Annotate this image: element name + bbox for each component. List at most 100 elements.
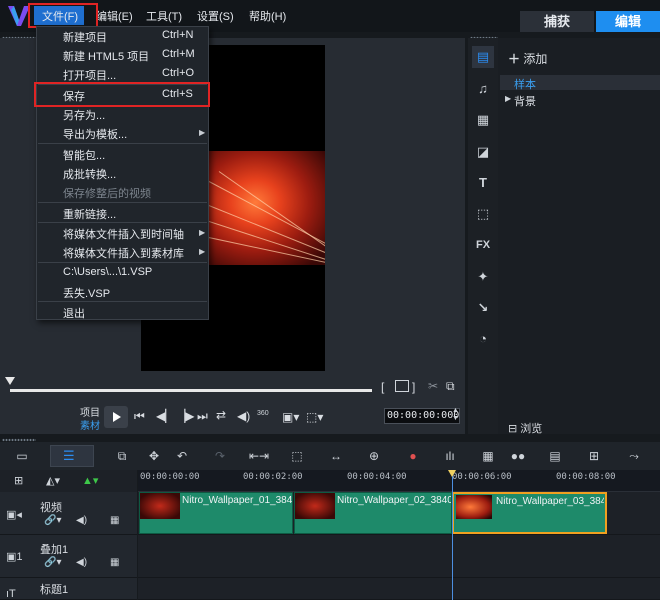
timeline-clip[interactable]: Nitro_Wallpaper_02_3840x bbox=[294, 492, 452, 534]
motion-tracking-icon[interactable]: ⤳ bbox=[624, 448, 644, 464]
menu-item-relink[interactable]: 重新链接... bbox=[63, 206, 116, 222]
timecode-stepper[interactable]: ▲ ▼ bbox=[452, 407, 459, 423]
repeat-icon[interactable]: ⇄ bbox=[216, 408, 226, 422]
menu-item-open-project[interactable]: 打开项目... bbox=[63, 67, 116, 83]
enlarge-icon[interactable]: ⧉ bbox=[446, 379, 455, 394]
overlay-track-area[interactable] bbox=[138, 535, 660, 578]
menu-item-save-as[interactable]: 另存为... bbox=[63, 107, 105, 123]
clip-mode-label[interactable]: 素材 bbox=[80, 417, 100, 432]
timeline-clip[interactable]: Nitro_Wallpaper_01_3840x bbox=[139, 492, 293, 534]
resolution-icon[interactable]: ▣▾ bbox=[282, 410, 299, 424]
title-icon[interactable]: T bbox=[472, 172, 494, 194]
link-icon[interactable]: 🔗▾ bbox=[44, 557, 61, 568]
mask-icon[interactable]: ●● bbox=[508, 448, 528, 464]
instant-project-icon[interactable]: ▦ bbox=[472, 109, 494, 131]
scrubber-handle[interactable] bbox=[5, 377, 15, 385]
menu-separator bbox=[38, 143, 207, 144]
timeline-playhead[interactable] bbox=[452, 476, 453, 600]
add-folder-button[interactable]: ＋ 添加 bbox=[508, 50, 547, 67]
timecode-display[interactable]: 00:00:00:000 bbox=[384, 408, 460, 424]
fx-icon[interactable]: FX bbox=[472, 234, 494, 256]
home-icon[interactable]: ⏮ bbox=[134, 409, 145, 424]
redo-icon[interactable]: ↷ bbox=[210, 448, 230, 464]
browse-button[interactable]: ⊟ 浏览 bbox=[508, 420, 542, 436]
menu-item-exit[interactable]: 退出 bbox=[63, 305, 85, 321]
menu-item-new-html5-project[interactable]: 新建 HTML5 项目 bbox=[63, 48, 149, 64]
track-header-title[interactable] bbox=[0, 578, 137, 600]
tools-icon[interactable]: ✥ bbox=[144, 448, 164, 464]
menu-item-new-project[interactable]: 新建项目 bbox=[63, 29, 107, 45]
menu-item-save-trimmed-video: 保存修整后的视频 bbox=[63, 188, 151, 200]
menu-item-batch-convert[interactable]: 成批转换... bbox=[63, 166, 116, 182]
clip-thumbnail bbox=[456, 495, 492, 519]
chapter-icon[interactable]: ◭▾ bbox=[46, 474, 60, 487]
split-screen-icon[interactable]: ⊞ bbox=[584, 448, 604, 464]
shortcut-label: Ctrl+O bbox=[162, 67, 195, 79]
menu-item-insert-to-library[interactable]: 将媒体文件插入到素材库 bbox=[63, 245, 184, 261]
scissors-icon[interactable]: ✂ bbox=[428, 379, 438, 393]
multi-trim-icon[interactable]: ⧉ bbox=[112, 448, 132, 464]
menu-item-recent-1[interactable]: C:\Users\...\1.VSP bbox=[63, 266, 152, 278]
mute-icon[interactable]: ◀) bbox=[76, 557, 87, 568]
aspect-icon[interactable]: ⬚▾ bbox=[306, 410, 323, 424]
menu-item-smart-package[interactable]: 智能包... bbox=[63, 147, 105, 163]
title-track-area[interactable] bbox=[138, 578, 660, 600]
overlay-track-icon: ▣1 bbox=[6, 551, 23, 563]
path-icon[interactable]: ↘ bbox=[472, 297, 494, 319]
track-manager-icon[interactable]: ⊞ bbox=[14, 474, 23, 487]
submenu-arrow-icon: ▶ bbox=[199, 247, 206, 256]
ripple-edit-icon[interactable]: ▲▾ bbox=[82, 474, 98, 487]
mute-icon[interactable]: ◀) bbox=[76, 515, 87, 526]
filter-icon[interactable]: ✦ bbox=[472, 266, 494, 288]
tab-edit[interactable]: 编辑 bbox=[596, 11, 660, 32]
transition-icon[interactable]: ◪ bbox=[472, 141, 494, 163]
color-grading-icon[interactable]: ● bbox=[403, 448, 423, 464]
music-icon[interactable]: ♫ bbox=[472, 78, 494, 100]
trim-end-bracket-icon[interactable]: ] bbox=[412, 380, 415, 394]
tick-label: 00:00:08:00 bbox=[556, 472, 616, 482]
tab-capture[interactable]: 捕获 bbox=[520, 11, 594, 32]
speed-icon[interactable]: ◔ bbox=[472, 328, 494, 350]
next-frame-icon[interactable]: ▕▶ bbox=[176, 409, 194, 423]
graphic-icon[interactable]: ⬚ bbox=[472, 203, 494, 225]
library-item-backgrounds[interactable]: 背景 bbox=[514, 93, 536, 109]
undo-icon[interactable]: ↶ bbox=[172, 448, 192, 464]
previous-frame-icon[interactable]: ◀▏ bbox=[156, 409, 174, 423]
menu-settings[interactable]: 设置(S) bbox=[197, 8, 234, 24]
menu-item-export-template[interactable]: 导出为模板... bbox=[63, 126, 127, 142]
360-view-icon[interactable]: 360 bbox=[257, 410, 269, 417]
grid-icon[interactable]: ▦ bbox=[110, 515, 119, 526]
motion-icon[interactable]: ⊕ bbox=[364, 448, 384, 464]
title-track-icon: ıT bbox=[6, 588, 16, 600]
crop-icon[interactable] bbox=[395, 380, 409, 392]
grid-icon[interactable]: ▦ bbox=[110, 557, 119, 568]
fit-icon[interactable]: ⇤⇥ bbox=[249, 448, 269, 464]
menu-help[interactable]: 帮助(H) bbox=[249, 8, 286, 24]
audio-icon[interactable]: ılı bbox=[440, 448, 460, 464]
play-button[interactable] bbox=[104, 406, 128, 428]
timeline-clip-selected[interactable]: Nitro_Wallpaper_03_3840x bbox=[452, 492, 607, 534]
submenu-arrow-icon: ▶ bbox=[199, 128, 206, 137]
volume-icon[interactable]: ◀) bbox=[237, 409, 250, 423]
preview-scrubber[interactable] bbox=[10, 389, 372, 392]
timeline-view-toggle[interactable]: ☰ bbox=[50, 445, 94, 467]
track-name: 标题1 bbox=[40, 584, 69, 596]
menu-item-recent-2[interactable]: 丢失.VSP bbox=[63, 285, 110, 301]
trim-start-bracket-icon[interactable]: [ bbox=[381, 380, 384, 394]
menu-tools[interactable]: 工具(T) bbox=[146, 8, 182, 24]
timeline-playhead-marker[interactable] bbox=[448, 470, 456, 477]
end-icon[interactable]: ⏭ bbox=[197, 409, 208, 424]
subtitle-icon[interactable]: ▦ bbox=[478, 448, 498, 464]
library-item-samples[interactable]: 样本 bbox=[514, 76, 536, 92]
expand-arrow-icon[interactable]: ▶ bbox=[505, 94, 511, 103]
menu-separator bbox=[38, 262, 207, 263]
split-icon[interactable]: ↔ bbox=[326, 448, 346, 464]
media-icon[interactable]: ▤ bbox=[472, 46, 494, 68]
menu-item-insert-to-timeline[interactable]: 将媒体文件插入到时间轴 bbox=[63, 226, 184, 242]
play-icon bbox=[113, 412, 121, 422]
crop-tool-icon[interactable]: ⬚ bbox=[287, 448, 307, 464]
menu-edit[interactable]: 编辑(E) bbox=[96, 8, 133, 24]
title-editor-icon[interactable]: ▤ bbox=[545, 448, 565, 464]
link-icon[interactable]: 🔗▾ bbox=[44, 515, 61, 526]
storyboard-view-icon[interactable]: ▭ bbox=[12, 448, 32, 464]
